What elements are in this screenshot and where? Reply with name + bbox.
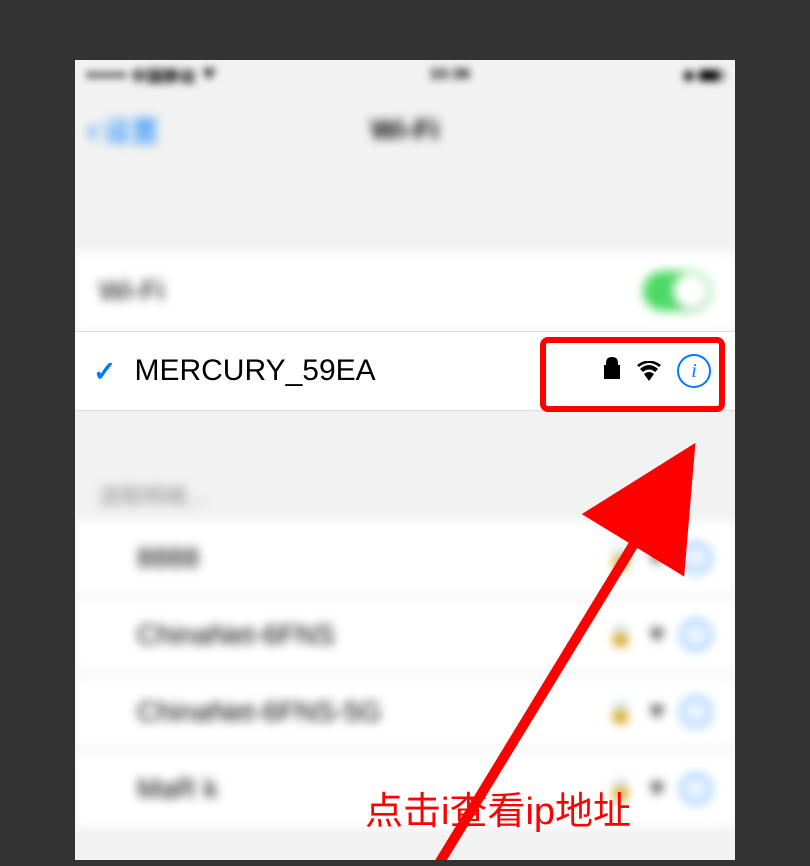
- back-label: 设置: [103, 110, 159, 150]
- connected-network-row[interactable]: ✓ MERCURY_59EA i: [75, 331, 735, 411]
- network-name: 8888: [137, 542, 608, 574]
- network-name: ChinaNet-6FNS-5G: [137, 696, 608, 728]
- wifi-signal-icon: [647, 779, 667, 800]
- network-icons: 🔒 i: [608, 697, 711, 727]
- network-name: MaR k: [137, 773, 608, 805]
- status-left: 中国移动: [87, 63, 217, 87]
- status-right: ◈: [683, 65, 723, 85]
- network-row[interactable]: MaR k 🔒 i: [75, 750, 735, 827]
- network-icons: 🔒 i: [608, 543, 711, 573]
- info-icon[interactable]: i: [681, 774, 711, 804]
- wifi-toggle-row[interactable]: Wi-Fi: [75, 250, 735, 331]
- network-row[interactable]: 8888 🔒 i: [75, 519, 735, 596]
- wifi-signal-icon: [637, 361, 661, 381]
- connected-network-name: MERCURY_59EA: [134, 354, 603, 388]
- phone-screen: 中国移动 10:36 ◈ ‹ 设置 Wi-Fi Wi-Fi ✓ MERCURY_…: [75, 60, 735, 860]
- nav-header: ‹ 设置 Wi-Fi: [75, 90, 735, 170]
- page-title: Wi-Fi: [371, 114, 439, 146]
- lock-icon: 🔒: [608, 546, 633, 571]
- network-row[interactable]: ChinaNet-6FNS-5G 🔒 i: [75, 673, 735, 750]
- spacer: [75, 411, 735, 471]
- info-icon[interactable]: i: [681, 697, 711, 727]
- network-icons: 🔒 i: [608, 774, 711, 804]
- back-button[interactable]: ‹ 设置: [75, 109, 159, 151]
- lock-icon: 🔒: [608, 777, 633, 802]
- info-icon[interactable]: i: [681, 543, 711, 573]
- network-name: ChinaNet-6FNS: [137, 619, 608, 651]
- section-header: 选取网络...: [75, 471, 735, 519]
- checkmark-icon: ✓: [93, 355, 116, 388]
- wifi-signal-icon: [647, 625, 667, 646]
- wifi-status-icon: [201, 66, 217, 84]
- status-time: 10:36: [429, 66, 470, 84]
- lock-icon: [603, 357, 621, 385]
- info-icon[interactable]: i: [677, 354, 711, 388]
- lock-icon: 🔒: [608, 623, 633, 648]
- signal-dots-icon: [87, 72, 125, 78]
- toggle-knob: [673, 273, 709, 309]
- carrier-label: 中国移动: [131, 63, 195, 87]
- wifi-toggle-label: Wi-Fi: [99, 275, 164, 307]
- network-icons: i: [603, 354, 711, 388]
- network-row[interactable]: ChinaNet-6FNS 🔒 i: [75, 596, 735, 673]
- spacer: [75, 170, 735, 250]
- network-icons: 🔒 i: [608, 620, 711, 650]
- info-icon[interactable]: i: [681, 620, 711, 650]
- wifi-signal-icon: [647, 548, 667, 569]
- wifi-signal-icon: [647, 702, 667, 723]
- bluetooth-icon: ◈: [683, 65, 695, 85]
- status-bar: 中国移动 10:36 ◈: [75, 60, 735, 90]
- lock-icon: 🔒: [608, 700, 633, 725]
- battery-icon: [699, 70, 723, 81]
- chevron-left-icon: ‹: [87, 109, 99, 151]
- wifi-toggle-switch[interactable]: [643, 271, 711, 311]
